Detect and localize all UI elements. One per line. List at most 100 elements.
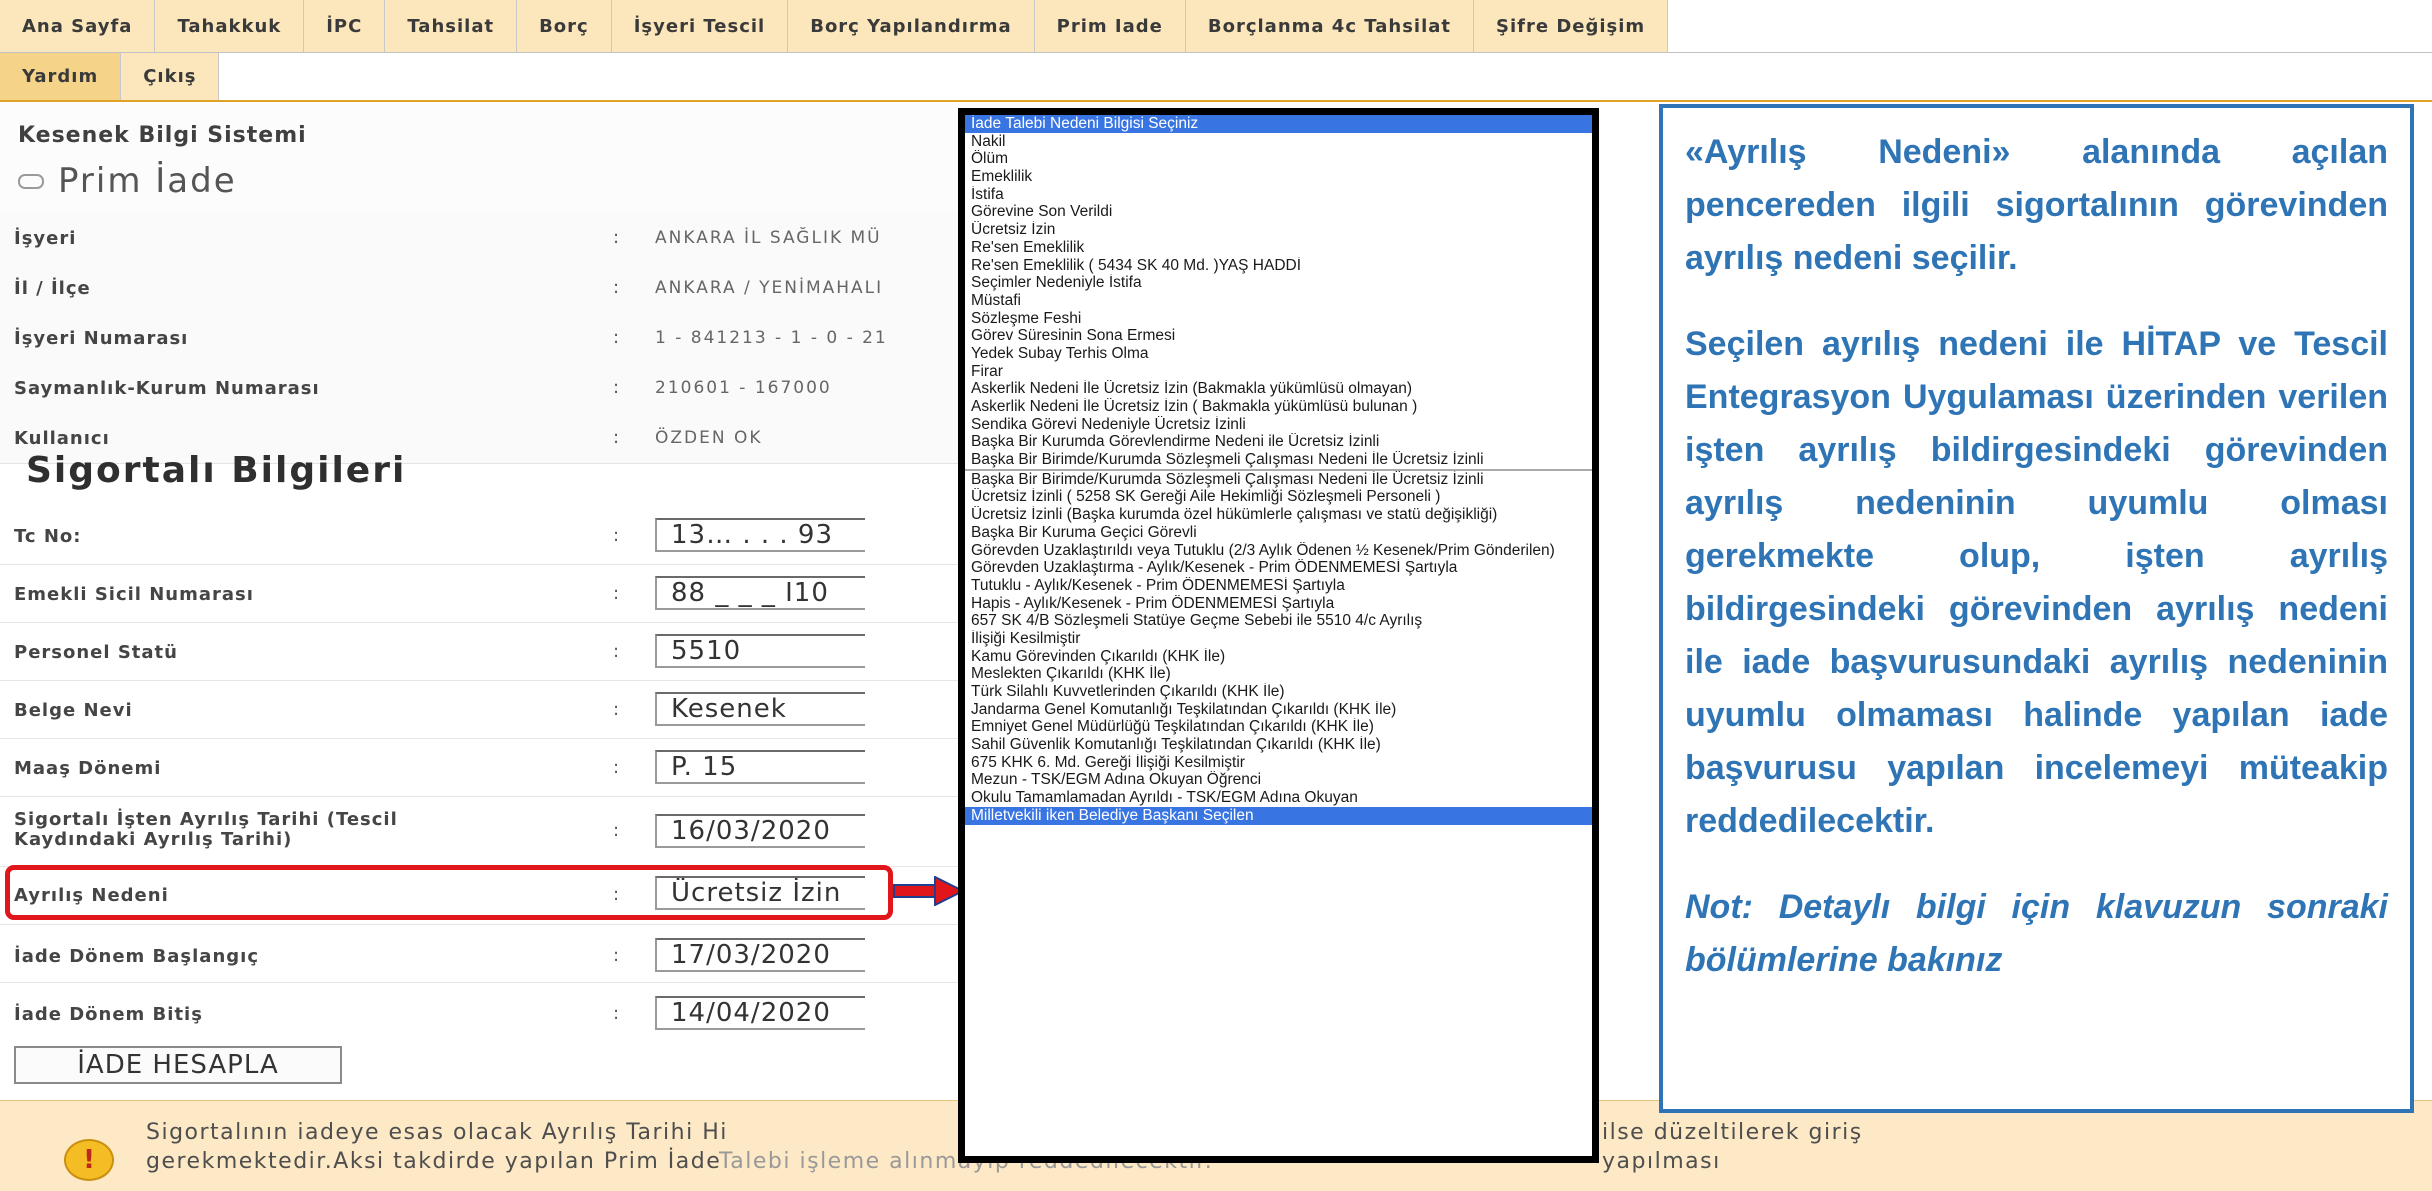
colon: : — [613, 327, 620, 348]
dropdown-option[interactable]: Nakil — [965, 133, 1592, 151]
tab-cikis[interactable]: Çıkış — [121, 53, 220, 100]
dropdown-option[interactable]: Hapis - Aylık/Kesenek - Prim ÖDENMEMESİ … — [965, 595, 1592, 613]
form-row-tc: Tc No: : 13… . . . 93 — [0, 506, 970, 565]
tab-sifre-degisim[interactable]: Şifre Değişim — [1474, 0, 1669, 52]
dropdown-option[interactable]: Sözleşme Feshi — [965, 310, 1592, 328]
dropdown-option[interactable]: 657 SK 4/B Sözleşmeli Statüye Geçme Sebe… — [965, 612, 1592, 630]
dropdown-option[interactable]: Emniyet Genel Müdürlüğü Teşkilatından Çı… — [965, 718, 1592, 736]
dropdown-option[interactable]: Milletvekili iken Belediye Başkanı Seçil… — [965, 806, 1592, 825]
dropdown-option[interactable]: Askerlik Nedeni İle Ücretsiz İzin ( Bakm… — [965, 398, 1592, 416]
dropdown-option[interactable]: Emeklilik — [965, 168, 1592, 186]
form-row-emekli: Emekli Sicil Numarası : 88 _ _ _ I10 — [0, 564, 970, 623]
iade-baslangic-input[interactable]: 17/03/2020 — [655, 938, 865, 972]
dropdown-option[interactable]: Görevden Uzaklaştırma - Aylık/Kesenek - … — [965, 559, 1592, 577]
dropdown-option[interactable]: Ücretsiz İzinli (Başka kurumda özel hükü… — [965, 506, 1592, 524]
callout-paragraph-1: «Ayrılış Nedeni» alanında açılan pencere… — [1685, 133, 2388, 277]
dropdown-option[interactable]: Re'sen Emeklilik — [965, 239, 1592, 257]
form-row-maas: Maaş Dönemi : P. 15 — [0, 738, 970, 797]
label-iade-baslangic: İade Dönem Başlangıç — [14, 946, 259, 967]
dropdown-option[interactable]: 675 KHK 6. Md. Gereği İlişiği Kesilmişti… — [965, 754, 1592, 772]
tab-borclanma-4c-tahsilat[interactable]: Borçlanma 4c Tahsilat — [1185, 0, 1474, 52]
colon: : — [613, 945, 620, 966]
iade-bitis-input[interactable]: 14/04/2020 — [655, 996, 865, 1030]
label-belge-nevi: Belge Nevi — [14, 700, 133, 721]
main-nav: Ana Sayfa Tahakkuk İPC Tahsilat Borç İşy… — [0, 0, 2432, 102]
dropdown-option[interactable]: Türk Silahlı Kuvvetlerinden Çıkarıldı (K… — [965, 683, 1592, 701]
label-tc: Tc No: — [14, 526, 82, 547]
tab-borc[interactable]: Borç — [517, 0, 612, 52]
colon: : — [613, 641, 620, 662]
info-row-isyeri-no: İşyeri Numarası : 1 - 841213 - 1 - 0 - 2… — [0, 313, 970, 364]
maas-donemi-select[interactable]: P. 15 — [655, 750, 865, 784]
emekli-sicil-input[interactable]: 88 _ _ _ I10 — [655, 576, 865, 610]
label-emekli-sicil: Emekli Sicil Numarası — [14, 584, 254, 605]
dropdown-option[interactable]: İlişiği Kesilmiştir — [965, 630, 1592, 648]
dropdown-option[interactable]: Başka Bir Birimde/Kurumda Sözleşmeli Çal… — [965, 451, 1592, 471]
colon: : — [613, 227, 620, 248]
dropdown-option[interactable]: Kamu Görevinden Çıkarıldı (KHK İle) — [965, 648, 1592, 666]
label-il-ilce: İl / İlçe — [14, 278, 91, 299]
tab-yardim[interactable]: Yardım — [0, 53, 122, 100]
ayrilis-nedeni-dropdown[interactable]: İade Talebi Nedeni Bilgisi Seçiniz Nakil Ö… — [958, 108, 1599, 1163]
tab-isyeri-tescil[interactable]: İşyeri Tescil — [611, 0, 789, 52]
tab-ipc[interactable]: İPC — [304, 0, 386, 52]
tab-prim-iade[interactable]: Prim Iade — [1034, 0, 1186, 52]
dropdown-option[interactable]: Sendika Görevi Nedeniyle Ücretsiz İzinli — [965, 416, 1592, 434]
label-isyeri: İşyeri — [14, 228, 77, 249]
nav-row-2: Yardım Çıkış — [0, 53, 2432, 102]
red-arrow-icon — [893, 876, 965, 906]
dropdown-option[interactable]: Seçimler Nedeniyle İstifa — [965, 274, 1592, 292]
label-maas-donemi: Maaş Dönemi — [14, 758, 162, 779]
personel-statu-input[interactable]: 5510 — [655, 634, 865, 668]
tab-tahakkuk[interactable]: Tahakkuk — [155, 0, 305, 52]
dropdown-option[interactable]: Başka Bir Birimde/Kurumda Sözleşmeli Çal… — [965, 471, 1592, 489]
tc-input[interactable]: 13… . . . 93 — [655, 518, 865, 552]
colon: : — [613, 525, 620, 546]
ayrilis-tarihi-input[interactable]: 16/03/2020 — [655, 814, 865, 848]
dropdown-option[interactable]: Görevden Uzaklaştırıldı veya Tutuklu (2/… — [965, 542, 1592, 560]
dropdown-option[interactable]: Ücretsiz İzin — [965, 221, 1592, 239]
dropdown-option[interactable]: İade Talebi Nedeni Bilgisi Seçiniz — [965, 115, 1592, 133]
dropdown-option[interactable]: Askerlik Nedeni İle Ücretsiz İzin (Bakma… — [965, 380, 1592, 398]
dropdown-option[interactable]: Firar — [965, 363, 1592, 381]
dropdown-option[interactable]: Başka Bir Kurumda Görevlendirme Nedeni i… — [965, 433, 1592, 451]
label-iade-bitis: İade Dönem Bitiş — [14, 1004, 203, 1025]
form-row-ayrilis-tarihi: Sigortalı İşten Ayrılış Tarihi (Tescil K… — [0, 796, 970, 867]
tab-ana-sayfa[interactable]: Ana Sayfa — [0, 0, 156, 52]
form-row-statu: Personel Statü : 5510 — [0, 622, 970, 681]
belge-nevi-select[interactable]: Kesenek — [655, 692, 865, 726]
dropdown-option[interactable]: İstifa — [965, 186, 1592, 204]
dropdown-option[interactable]: Görev Süresinin Sona Ermesi — [965, 327, 1592, 345]
dropdown-option[interactable]: Ölüm — [965, 150, 1592, 168]
dropdown-option[interactable]: Tutuklu - Aylık/Kesenek - Prim ÖDENMEMES… — [965, 577, 1592, 595]
ayrilis-nedeni-highlight — [5, 865, 893, 920]
info-callout: «Ayrılış Nedeni» alanında açılan pencere… — [1659, 104, 2414, 1113]
warning-icon: ! — [64, 1139, 114, 1181]
dropdown-option[interactable]: Sahil Güvenlik Komutanlığı Teşkilatından… — [965, 736, 1592, 754]
form-row-belge: Belge Nevi : Kesenek — [0, 680, 970, 739]
tab-borc-yapilandirma[interactable]: Borç Yapılandırma — [788, 0, 1035, 52]
info-row-isyeri: İşyeri : ANKARA İL SAĞLIK MÜ — [0, 213, 970, 264]
value-kullanici: ÖZDEN OK — [655, 428, 763, 448]
colon: : — [613, 583, 620, 604]
iade-hesapla-button[interactable]: İADE HESAPLA — [14, 1046, 342, 1084]
dropdown-option[interactable]: Okulu Tamamlamadan Ayrıldı - TSK/EGM Adı… — [965, 789, 1592, 807]
dropdown-option[interactable]: Re'sen Emeklilik ( 5434 SK 40 Md. )YAŞ H… — [965, 257, 1592, 275]
info-row-il-ilce: İl / İlçe : ANKARA / YENİMAHALI — [0, 263, 970, 314]
dropdown-option[interactable]: Ücretsiz İzinli ( 5258 SK Gereği Aile He… — [965, 488, 1592, 506]
value-il-ilce: ANKARA / YENİMAHALI — [655, 278, 884, 298]
tab-tahsilat[interactable]: Tahsilat — [385, 0, 518, 52]
dropdown-option[interactable]: Müstafi — [965, 292, 1592, 310]
value-saymanlik: 210601 - 167000 — [655, 378, 832, 398]
label-isyeri-no: İşyeri Numarası — [14, 328, 189, 349]
dropdown-option[interactable]: Jandarma Genel Komutanlığı Teşkilatından… — [965, 701, 1592, 719]
dropdown-option[interactable]: Görevine Son Verildi — [965, 203, 1592, 221]
colon: : — [613, 377, 620, 398]
dropdown-option[interactable]: Mezun - TSK/EGM Adına Okuyan Öğrenci — [965, 771, 1592, 789]
dropdown-option[interactable]: Yedek Subay Terhis Olma — [965, 345, 1592, 363]
dropdown-option[interactable]: Meslekten Çıkarıldı (KHK İle) — [965, 665, 1592, 683]
dropdown-option[interactable]: Başka Bir Kuruma Geçici Görevli — [965, 524, 1592, 542]
value-isyeri-no: 1 - 841213 - 1 - 0 - 21 — [655, 328, 888, 348]
colon: : — [613, 427, 620, 448]
warning-line-1a: Sigortalının iadeye esas olacak Ayrılış … — [146, 1120, 728, 1145]
